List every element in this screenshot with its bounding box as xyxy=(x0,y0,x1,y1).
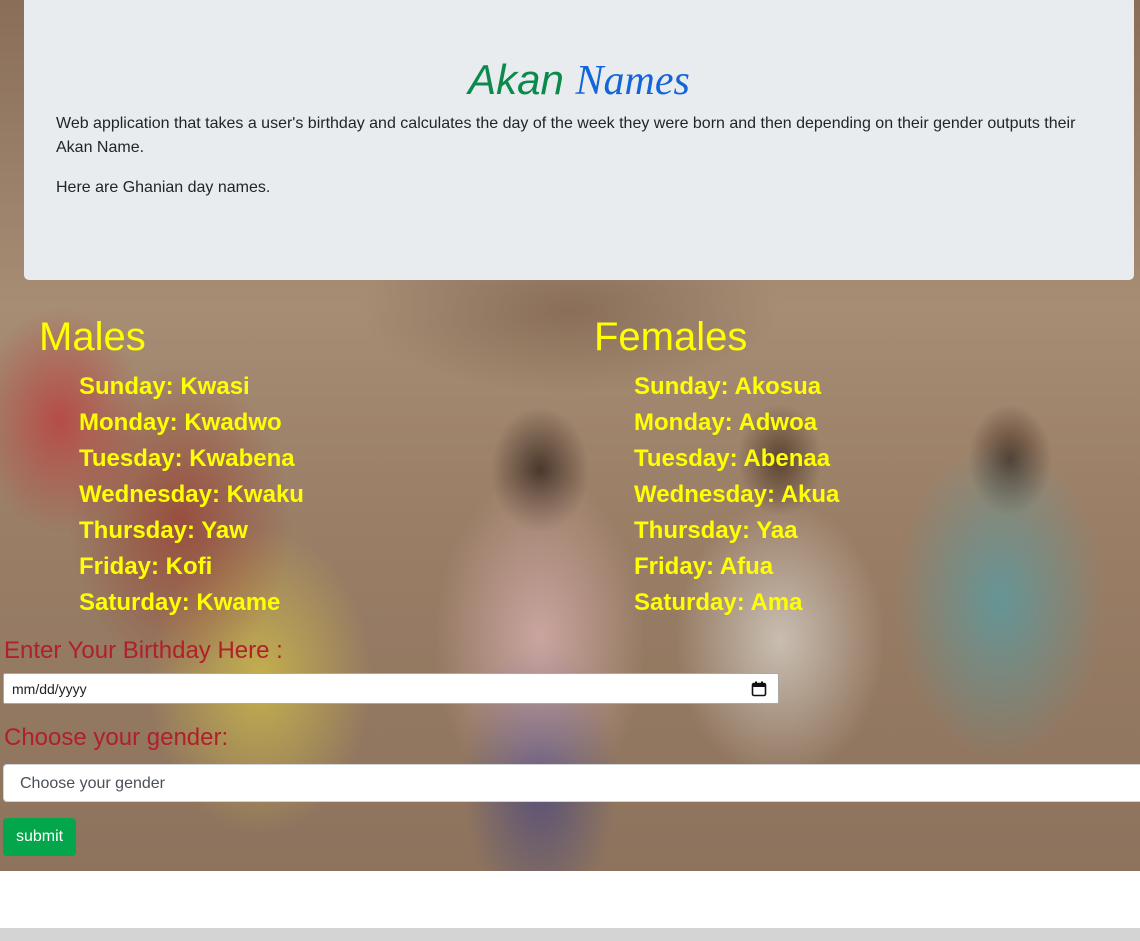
title-akan: Akan xyxy=(468,56,564,103)
jumbotron: Akan Names Web application that takes a … xyxy=(24,0,1134,280)
calendar-icon[interactable] xyxy=(751,681,767,697)
females-list: Sunday: Akosua Monday: Adwoa Tuesday: Ab… xyxy=(634,369,839,621)
list-item: Tuesday: Abenaa xyxy=(634,445,831,472)
list-item: Wednesday: Akua xyxy=(634,481,840,508)
gender-selected-value: Choose your gender xyxy=(20,775,165,792)
list-item: Monday: Adwoa xyxy=(634,409,818,436)
birthday-date-input[interactable]: mm/dd/yyyy xyxy=(3,673,779,704)
list-item: Saturday: Ama xyxy=(634,589,803,616)
list-item: Sunday: Kwasi xyxy=(79,373,250,400)
page-title: Akan Names xyxy=(24,52,1134,109)
gender-label: Choose your gender: xyxy=(4,724,229,751)
list-item: Wednesday: Kwaku xyxy=(79,481,304,508)
list-item: Thursday: Yaa xyxy=(634,517,798,544)
birthday-label: Enter Your Birthday Here : xyxy=(4,637,283,664)
date-placeholder: mm/dd/yyyy xyxy=(12,681,87,697)
list-item: Saturday: Kwame xyxy=(79,589,281,616)
list-item: Sunday: Akosua xyxy=(634,373,822,400)
males-list: Sunday: Kwasi Monday: Kwadwo Tuesday: Kw… xyxy=(79,369,304,621)
page: Akan Names Web application that takes a … xyxy=(0,0,1140,941)
list-item: Friday: Afua xyxy=(634,553,774,580)
males-heading: Males xyxy=(39,315,146,359)
submit-button[interactable]: submit xyxy=(3,818,76,856)
list-item: Monday: Kwadwo xyxy=(79,409,282,436)
list-item: Tuesday: Kwabena xyxy=(79,445,295,472)
list-item: Friday: Kofi xyxy=(79,553,213,580)
footer-bar xyxy=(0,928,1140,941)
list-item: Thursday: Yaw xyxy=(79,517,248,544)
title-names: Names xyxy=(575,58,690,104)
gender-select[interactable]: Choose your gender xyxy=(3,764,1140,802)
app-description: Web application that takes a user's birt… xyxy=(56,115,1076,156)
females-heading: Females xyxy=(594,315,748,359)
day-names-intro: Here are Ghanian day names. xyxy=(56,179,271,196)
